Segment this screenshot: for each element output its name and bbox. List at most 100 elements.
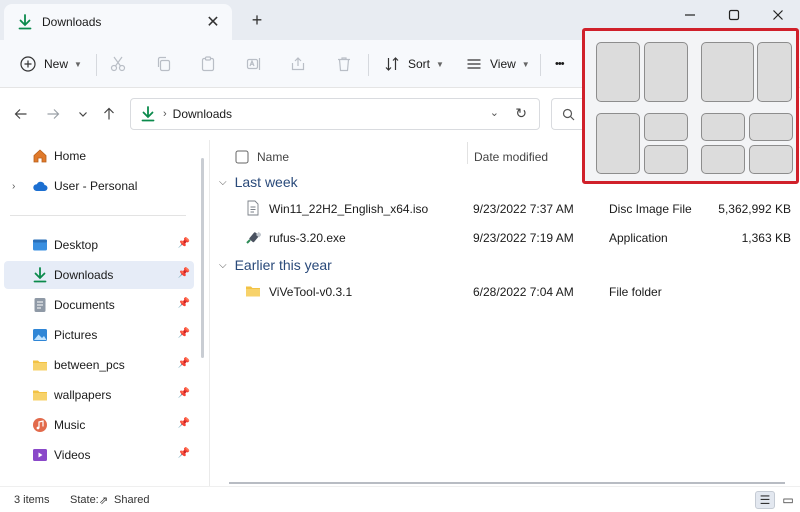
copy-icon [157,56,171,72]
sidebar-item-label: between_pcs [54,358,125,372]
snap-zone-one-third-right[interactable] [757,42,792,102]
chevron-down-icon[interactable]: ⌄ [490,106,499,119]
sidebar-item-videos[interactable]: Videos 📌 [4,441,194,469]
window-close-button[interactable] [756,0,800,30]
pin-icon[interactable]: 📌 [178,358,190,369]
sidebar-item-label: Desktop [54,238,99,252]
tab-downloads[interactable]: Downloads ✕ [4,4,232,40]
snap-zone-left-half[interactable] [596,113,640,174]
view-button[interactable]: View ▼ [466,50,530,78]
snap-zone-bottom-left-quadrant[interactable] [701,145,745,174]
tiles-view-button[interactable]: ▭ [778,491,798,509]
paste-button[interactable] [200,50,216,78]
sidebar-item-label: Documents [54,298,115,312]
share-button[interactable] [290,50,306,78]
group-header-last-week[interactable]: ⌵ Last week [219,174,298,190]
table-row[interactable]: ViVeTool-v0.3.1 6/28/2022 7:04 AM File f… [231,279,791,305]
snap-zone-top-right-quadrant[interactable] [749,113,793,141]
chevron-down-icon: ⌵ [219,259,227,271]
snap-zone-bottom-right-quarter[interactable] [644,145,688,174]
cut-button[interactable] [110,50,126,78]
rename-icon [246,58,261,70]
pin-icon[interactable]: 📌 [178,388,190,399]
tiles-view-icon: ▭ [782,493,794,507]
sidebar-item-between-pcs[interactable]: between_pcs 📌 [4,351,194,379]
pin-icon[interactable]: 📌 [178,328,190,339]
chevron-down-icon: ▼ [521,59,530,69]
maximize-button[interactable] [712,0,756,30]
sidebar-item-label: Pictures [54,328,98,342]
plus-icon[interactable]: + [247,10,267,31]
group-header-earlier-this-year[interactable]: ⌵ Earlier this year [219,257,332,273]
file-size: 1,363 KB [741,231,791,245]
breadcrumb[interactable]: Downloads [173,107,232,121]
file-type: Disc Image File [609,202,692,216]
address-bar[interactable]: › Downloads ⌄ ↻ [130,98,540,130]
sidebar-item-documents[interactable]: Documents 📌 [4,291,194,319]
sidebar-item-pictures[interactable]: Pictures 📌 [4,321,194,349]
table-row[interactable]: rufus-3.20.exe 9/23/2022 7:19 AM Applica… [231,225,791,251]
pin-icon[interactable]: 📌 [178,238,190,249]
recent-locations-button[interactable] [72,104,94,124]
arrow-up-icon [104,107,114,120]
maximize-icon [728,9,740,21]
sidebar-item-wallpapers[interactable]: wallpapers 📌 [4,381,194,409]
snap-zone-half-right[interactable] [644,42,688,102]
pin-icon[interactable]: 📌 [178,448,190,459]
sidebar-item-user-personal[interactable]: User - Personal [4,172,194,200]
close-icon[interactable]: ✕ [204,12,222,32]
snap-zone-bottom-right-quadrant[interactable] [749,145,793,174]
sidebar-item-label: wallpapers [54,388,112,402]
usb-drive-icon [246,231,261,244]
trash-icon [338,57,350,72]
breadcrumb-separator-icon[interactable]: › [163,108,167,120]
rename-button[interactable] [246,50,262,78]
more-options-button[interactable]: ••• [555,50,565,78]
delete-button[interactable] [336,50,352,78]
toolbar-divider [540,54,541,76]
sidebar-item-label: Downloads [54,268,114,282]
copy-button[interactable] [156,50,172,78]
shared-icon: ⇗ [99,495,109,507]
file-date: 6/28/2022 7:04 AM [473,285,574,299]
select-all-checkbox[interactable] [235,144,249,170]
back-button[interactable] [10,104,32,124]
column-divider[interactable] [467,142,468,164]
refresh-icon[interactable]: ↻ [515,105,527,122]
snap-zone-half-left[interactable] [596,42,640,102]
arrow-right-icon [47,109,60,119]
view-label: View [490,57,516,71]
sidebar-item-music[interactable]: Music 📌 [4,411,194,439]
forward-button[interactable] [42,104,64,124]
minimize-button[interactable] [668,0,712,30]
chevron-down-icon [79,112,87,117]
sort-button[interactable]: Sort ▼ [384,50,444,78]
details-view-button[interactable]: ☰ [755,491,775,509]
up-button[interactable] [98,104,120,124]
sidebar-scrollbar[interactable] [201,158,204,358]
new-button[interactable]: New ▼ [20,50,82,78]
group-title: Earlier this year [234,257,332,273]
new-label: New [44,57,69,71]
item-count: 3 items [14,494,50,506]
more-icon: ••• [555,58,565,70]
column-header-date-modified[interactable]: Date modified [474,144,548,170]
pin-icon[interactable]: 📌 [178,418,190,429]
horizontal-scrollbar[interactable] [229,482,785,484]
sidebar-item-label: Videos [54,448,91,462]
sidebar-item-downloads[interactable]: Downloads 📌 [4,261,194,289]
pin-icon[interactable]: 📌 [178,298,190,309]
column-header-name[interactable]: Name [257,144,289,170]
sidebar-item-home[interactable]: Home [4,142,194,170]
tab-title: Downloads [42,15,102,29]
sidebar-item-desktop[interactable]: Desktop 📌 [4,231,194,259]
snap-zone-top-left-quadrant[interactable] [701,113,745,141]
chevron-down-icon: ▼ [436,59,444,69]
pin-icon[interactable]: 📌 [178,268,190,279]
snap-zone-top-right-quarter[interactable] [644,113,688,141]
view-list-icon [467,59,481,69]
videos-icon [33,449,47,461]
snap-zone-two-thirds-left[interactable] [701,42,754,102]
cloud-icon [33,181,48,191]
table-row[interactable]: Win11_22H2_English_x64.iso 9/23/2022 7:3… [231,196,791,222]
